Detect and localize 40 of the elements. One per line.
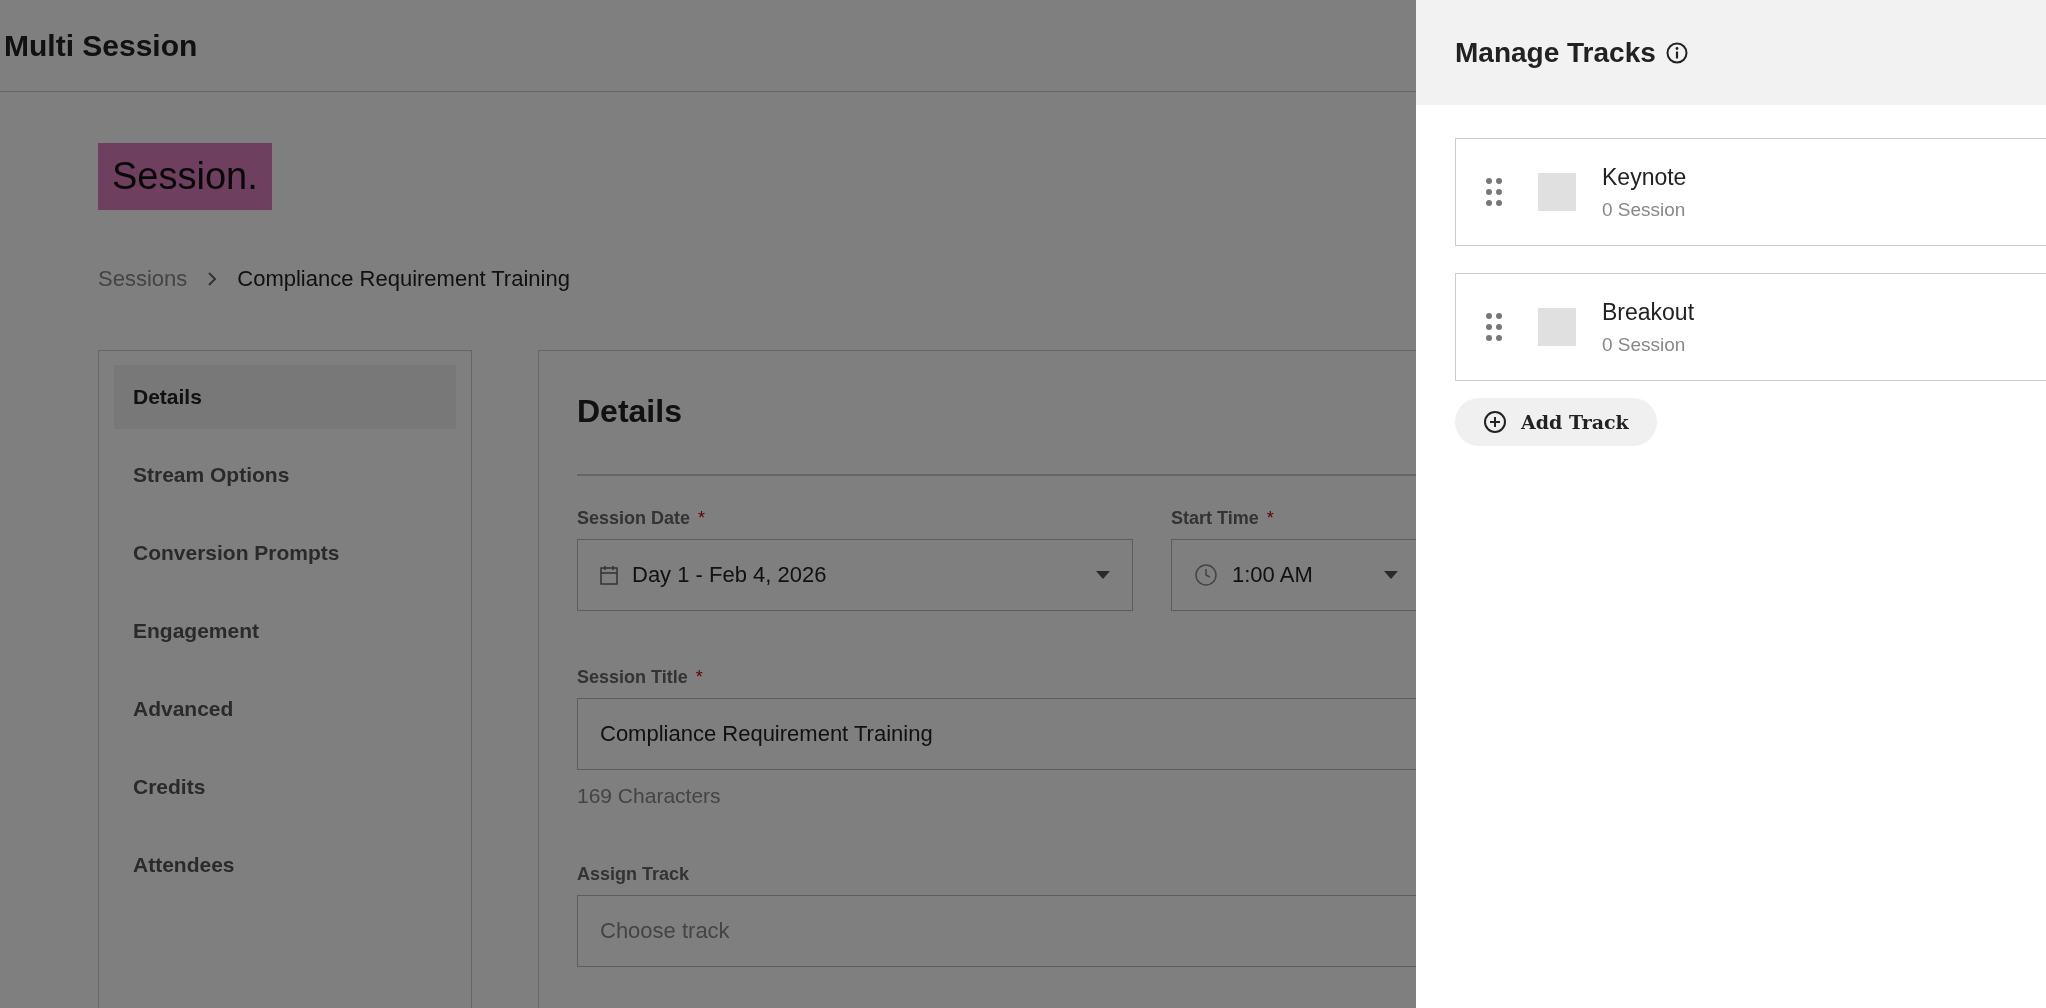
caret-icon <box>1096 571 1110 579</box>
nav-item[interactable]: Conversion Prompts <box>114 521 456 585</box>
required-mark: * <box>1266 508 1274 529</box>
session-count: 0 Session <box>1602 198 1687 221</box>
info-icon[interactable] <box>1665 41 1688 64</box>
required-mark: * <box>695 667 703 688</box>
select-field[interactable]: Choose track <box>577 895 1416 967</box>
clock-icon <box>1194 563 1218 587</box>
chevron-right-icon <box>207 271 218 287</box>
calendar-icon <box>600 565 618 585</box>
nav-item[interactable]: Attendees <box>114 833 456 897</box>
field-label: Assign Track <box>577 864 690 885</box>
nav-item[interactable]: Stream Options <box>114 443 456 507</box>
required-mark: * <box>698 508 706 529</box>
nav-item[interactable]: Details <box>114 365 456 429</box>
input-field[interactable]: 1:00 AM <box>1171 539 1416 611</box>
field-label: Session Date <box>577 508 691 529</box>
drag-handle-icon[interactable] <box>1486 313 1502 341</box>
track-swatch <box>1538 173 1576 211</box>
logo: Session. <box>98 143 272 210</box>
track-name: Keynote <box>1602 163 1687 191</box>
nav-item[interactable]: Credits <box>114 755 456 819</box>
panel-title: Manage Tracks <box>1455 36 1656 69</box>
plus-circle-icon <box>1483 410 1507 434</box>
drag-handle-icon[interactable] <box>1486 178 1502 206</box>
breadcrumb-item[interactable]: Sessions <box>98 266 188 292</box>
caret-icon <box>1384 571 1398 579</box>
nav-item[interactable]: Advanced <box>114 677 456 741</box>
page-title: Multi Session <box>4 28 198 63</box>
character-count: 169 Characters <box>577 784 722 808</box>
input-field[interactable]: Compliance Requirement Training <box>577 698 1416 770</box>
add-track-button[interactable]: Add Track <box>1455 398 1657 446</box>
track-swatch <box>1538 308 1576 346</box>
input-field[interactable]: Day 1 - Feb 4, 2026 <box>577 539 1133 611</box>
breadcrumb-item: Compliance Requirement Training <box>237 266 570 292</box>
field-label: Session Title <box>577 667 688 688</box>
nav-item[interactable]: Engagement <box>114 599 456 663</box>
session-count: 0 Session <box>1602 333 1687 356</box>
field-label: Start Time <box>1171 508 1259 529</box>
track-name: Breakout <box>1602 298 1695 326</box>
